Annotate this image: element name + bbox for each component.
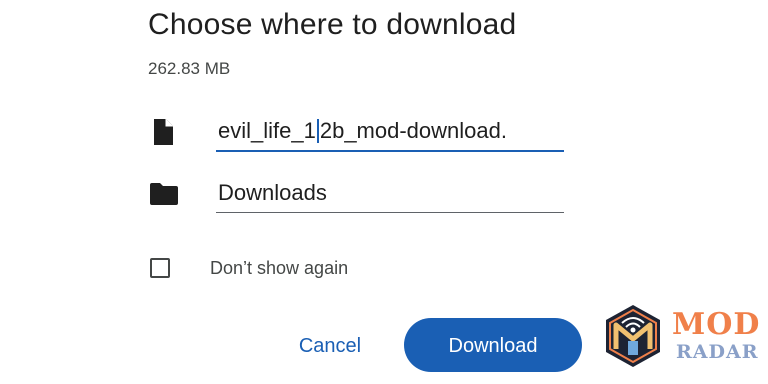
- location-text: Downloads: [218, 180, 327, 205]
- text-caret: [316, 119, 319, 143]
- folder-icon: [148, 180, 180, 208]
- filename-text: evil_life_1 2b_mod-download.: [218, 118, 507, 144]
- filename-text-before-caret: evil_life_1: [218, 118, 316, 143]
- dont-show-again-label: Don’t show again: [210, 258, 349, 278]
- file-icon: [148, 118, 180, 146]
- file-size: 262.83 MB: [148, 59, 231, 78]
- filename-input[interactable]: evil_life_1 2b_mod-download.: [216, 112, 564, 152]
- dont-show-again-checkbox[interactable]: [150, 258, 170, 278]
- filename-text-after-caret: 2b_mod-download.: [319, 118, 507, 143]
- location-input[interactable]: Downloads: [216, 174, 564, 213]
- watermark-line1: MOD: [672, 307, 761, 342]
- location-row: Downloads: [148, 174, 568, 214]
- mod-radar-watermark: MOD RADAR: [600, 303, 760, 369]
- mod-radar-logo-icon: [600, 303, 666, 369]
- dialog-title: Choose where to download: [148, 8, 517, 41]
- watermark-line2: RADAR: [676, 341, 759, 363]
- download-button[interactable]: Download: [404, 318, 582, 372]
- cancel-button[interactable]: Cancel: [280, 322, 380, 368]
- filename-row: evil_life_1 2b_mod-download.: [148, 112, 568, 152]
- dont-show-again-row[interactable]: Don’t show again: [148, 254, 448, 286]
